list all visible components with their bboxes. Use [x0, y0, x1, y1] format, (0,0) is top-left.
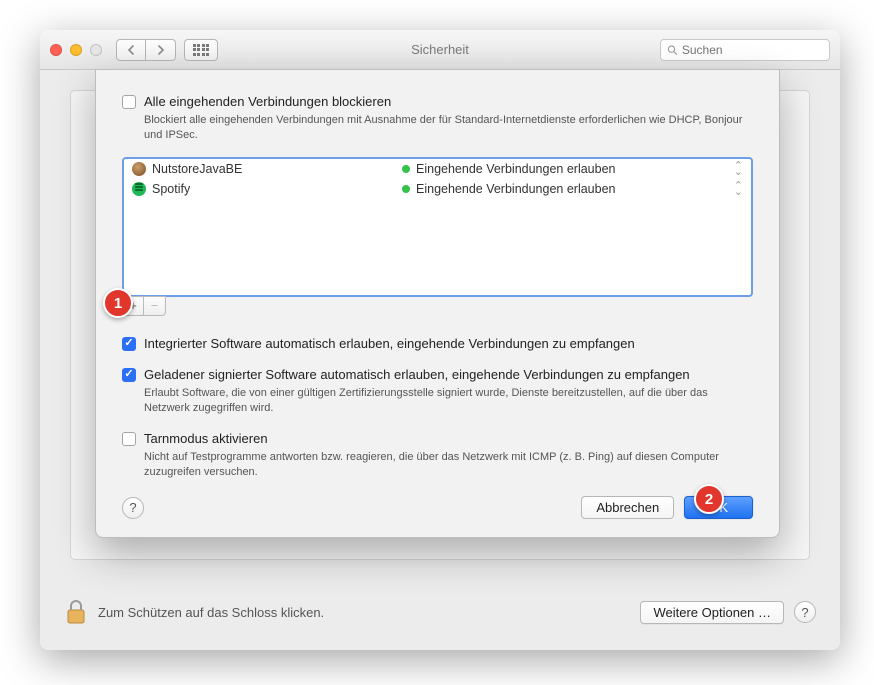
app-table[interactable]: NutstoreJavaBE Eingehende Verbindungen e…	[122, 157, 753, 297]
lock-icon[interactable]	[64, 598, 88, 626]
status-dot-icon	[402, 185, 410, 193]
table-row[interactable]: Spotify Eingehende Verbindungen erlauben…	[124, 179, 751, 199]
close-icon[interactable]	[50, 44, 62, 56]
block-all-row: Alle eingehenden Verbindungen blockieren	[122, 94, 753, 109]
table-row[interactable]: NutstoreJavaBE Eingehende Verbindungen e…	[124, 159, 751, 179]
options: Integrierter Software automatisch erlaub…	[122, 336, 753, 480]
signed-desc: Erlaubt Software, die von einer gültigen…	[144, 386, 753, 416]
search-field[interactable]	[682, 43, 823, 57]
chevron-down-icon: ⌄	[734, 189, 743, 195]
search-input[interactable]	[660, 39, 830, 61]
block-all-desc: Blockiert alle eingehenden Verbindungen …	[144, 113, 753, 143]
add-remove-controls: + −	[122, 296, 753, 316]
stealth-checkbox[interactable]	[122, 432, 136, 446]
status-stepper[interactable]: ⌃ ⌄	[734, 163, 743, 175]
nav-buttons	[116, 39, 176, 61]
stealth-desc: Nicht auf Testprogramme antworten bzw. r…	[144, 450, 753, 480]
block-all-checkbox[interactable]	[122, 95, 136, 109]
annotation-1: 1	[103, 288, 133, 318]
chevron-left-icon	[127, 45, 135, 55]
app-status: Eingehende Verbindungen erlauben	[416, 182, 615, 196]
remove-button[interactable]: −	[144, 296, 166, 316]
help-button[interactable]: ?	[122, 497, 144, 519]
forward-button[interactable]	[146, 39, 176, 61]
app-icon	[132, 182, 146, 196]
back-button[interactable]	[116, 39, 146, 61]
lock-text: Zum Schützen auf das Schloss klicken.	[98, 605, 630, 620]
zoom-icon	[90, 44, 102, 56]
stealth-label: Tarnmodus aktivieren	[144, 431, 268, 446]
more-options-button[interactable]: Weitere Optionen …	[640, 601, 784, 624]
builtin-label: Integrierter Software automatisch erlaub…	[144, 336, 635, 351]
show-all-button[interactable]	[184, 39, 218, 61]
cancel-button[interactable]: Abbrechen	[581, 496, 674, 519]
window-title: Sicherheit	[411, 42, 469, 57]
footer: Zum Schützen auf das Schloss klicken. We…	[40, 580, 840, 634]
app-name: NutstoreJavaBE	[152, 162, 242, 176]
signed-label: Geladener signierter Software automatisc…	[144, 367, 690, 382]
block-all-label: Alle eingehenden Verbindungen blockieren	[144, 94, 391, 109]
signed-checkbox[interactable]	[122, 368, 136, 382]
grid-icon	[193, 44, 210, 56]
chevron-down-icon: ⌄	[734, 169, 743, 175]
titlebar: Sicherheit	[40, 30, 840, 70]
window-controls	[50, 44, 102, 56]
firewall-options-sheet: Alle eingehenden Verbindungen blockieren…	[95, 69, 780, 538]
status-dot-icon	[402, 165, 410, 173]
sheet-footer: ? Abbrechen OK	[122, 496, 753, 519]
annotation-2: 2	[694, 484, 724, 514]
chevron-right-icon	[157, 45, 165, 55]
app-name: Spotify	[152, 182, 190, 196]
app-icon	[132, 162, 146, 176]
status-stepper[interactable]: ⌃ ⌄	[734, 183, 743, 195]
search-icon	[667, 44, 678, 56]
builtin-checkbox[interactable]	[122, 337, 136, 351]
app-status: Eingehende Verbindungen erlauben	[416, 162, 615, 176]
help-button[interactable]: ?	[794, 601, 816, 623]
minimize-icon[interactable]	[70, 44, 82, 56]
